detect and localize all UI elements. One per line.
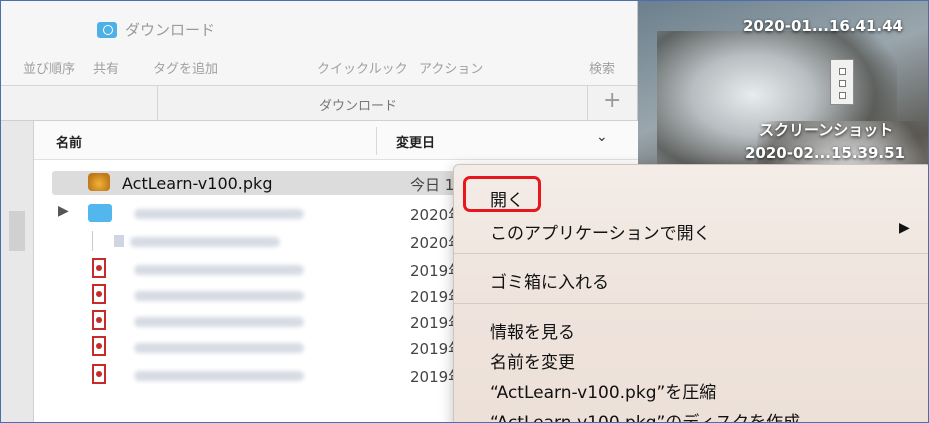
sort-button[interactable]: 並び順序: [23, 58, 75, 77]
menu-item-open-with[interactable]: このアプリケーションで開く: [490, 219, 711, 244]
menu-item-get-info[interactable]: 情報を見る: [490, 318, 575, 343]
menu-item-move-to-trash[interactable]: ゴミ箱に入れる: [490, 268, 609, 293]
add-tab-button[interactable]: +: [603, 88, 621, 113]
pdf-icon: [92, 336, 106, 356]
pdf-icon: [92, 258, 106, 278]
blurred-file-name: [134, 265, 304, 275]
list-header: 名前 変更日 ⌄: [34, 121, 638, 160]
blurred-file-name: [130, 237, 280, 247]
pdf-icon: [92, 364, 106, 384]
menu-item-create-disk-image[interactable]: “ActLearn-v100.pkg”のディスクを作成: [490, 408, 800, 422]
blurred-file-name: [134, 291, 304, 301]
menu-item-compress[interactable]: “ActLearn-v100.pkg”を圧縮: [490, 378, 716, 403]
desktop-file-label-2a[interactable]: スクリーンショット: [759, 119, 893, 140]
disk-image-icon: [114, 235, 124, 247]
column-date-header[interactable]: 変更日: [396, 132, 435, 151]
desktop-file-label-1[interactable]: 2020-01...16.41.44: [743, 17, 903, 35]
desktop-file-icon[interactable]: [830, 59, 854, 105]
folder-icon: [88, 204, 112, 222]
action-button[interactable]: アクション: [419, 58, 483, 77]
blurred-file-name: [134, 343, 304, 353]
blurred-file-name: [134, 209, 304, 219]
menu-item-rename[interactable]: 名前を変更: [490, 348, 575, 373]
submenu-arrow-icon: ▶: [899, 220, 910, 236]
search-button[interactable]: 検索: [589, 58, 615, 77]
sidebar: [1, 121, 33, 422]
add-tag-button[interactable]: タグを追加: [153, 58, 218, 77]
desktop-file-label-2b[interactable]: 2020-02...15.39.51: [745, 144, 905, 162]
column-name-header[interactable]: 名前: [56, 132, 82, 151]
highlight-annotation: [463, 176, 541, 212]
pdf-icon: [92, 284, 106, 304]
pdf-icon: [92, 310, 106, 330]
blurred-file-name: [134, 371, 304, 381]
window-title-text: ダウンロード: [125, 21, 216, 39]
disclosure-triangle-icon[interactable]: ▶: [58, 203, 69, 219]
tab-downloads[interactable]: ダウンロード: [319, 95, 397, 114]
package-icon: [88, 173, 110, 191]
tab-bar: ダウンロード +: [1, 86, 637, 121]
blurred-file-name: [134, 317, 304, 327]
quicklook-button[interactable]: クイックルック: [317, 58, 408, 77]
window-title: ダウンロード: [97, 19, 215, 40]
toolbar: ダウンロード 並び順序 共有 タグを追加 クイックルック アクション 検索: [1, 1, 637, 86]
downloads-folder-icon: [97, 21, 117, 38]
screenshot-frame: 2020-01...16.41.44 スクリーンショット 2020-02...1…: [0, 0, 929, 423]
chevron-down-icon[interactable]: ⌄: [596, 129, 608, 145]
file-name: ActLearn-v100.pkg: [122, 174, 273, 193]
sidebar-item[interactable]: [9, 211, 25, 251]
share-button[interactable]: 共有: [93, 58, 119, 77]
